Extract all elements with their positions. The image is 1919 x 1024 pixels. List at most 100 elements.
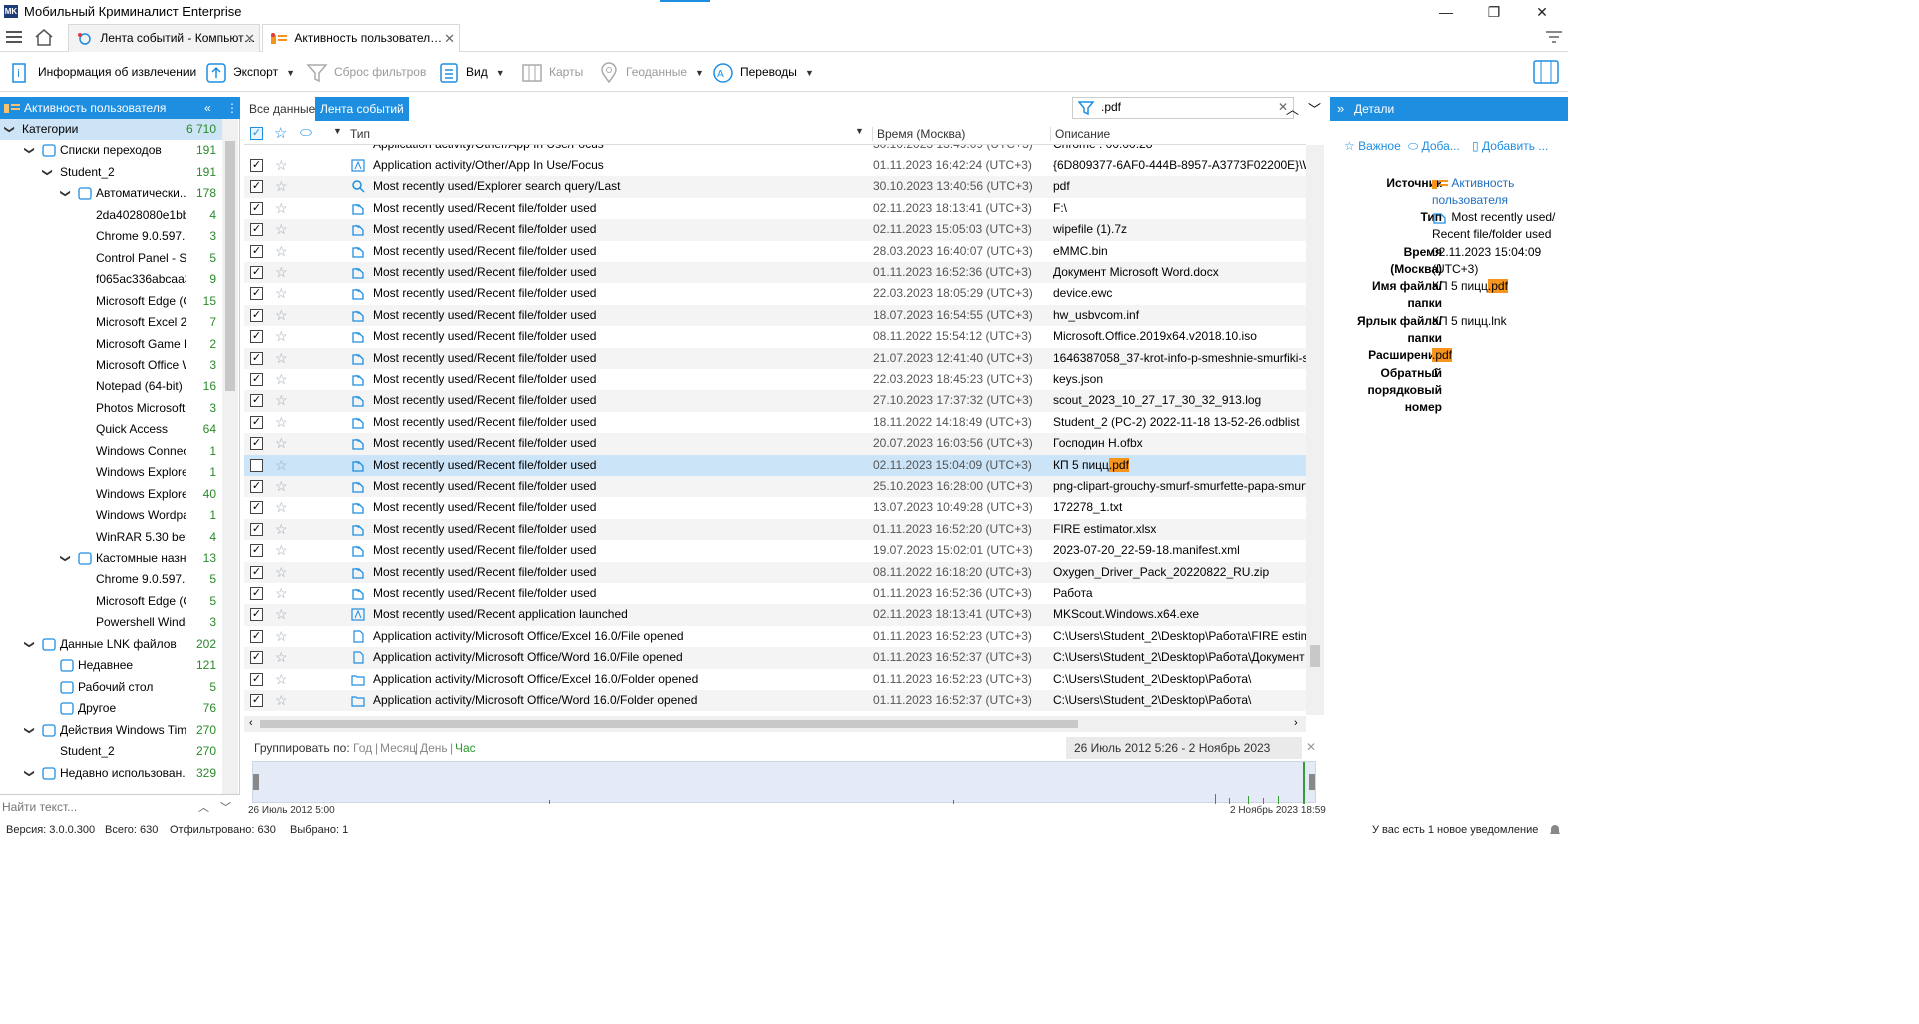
tree-item[interactable]: ❯ Недавно использован... 329: [0, 763, 222, 784]
tree-item[interactable]: ❯ Категории 6 710: [0, 119, 222, 140]
row-checkbox[interactable]: ✓: [250, 330, 263, 344]
star-icon[interactable]: ☆: [275, 219, 288, 240]
star-icon[interactable]: ☆: [275, 198, 288, 219]
geodata-button[interactable]: Геоданные ▼: [598, 58, 704, 86]
table-row[interactable]: ✓ ☆ Most recently used/Recent application …: [244, 604, 1306, 626]
tree-item[interactable]: ❯ Данные LNK файлов 202: [0, 634, 222, 655]
tree-item[interactable]: ❯ Автоматически... 178: [0, 183, 222, 204]
search-next-icon[interactable]: ﹀: [220, 799, 231, 815]
table-row[interactable]: ✓ ☆ Most recently used/Recent file/folder …: [244, 347, 1306, 369]
tree-item[interactable]: Рабочий стол 5: [0, 677, 222, 698]
scrollbar-thumb[interactable]: [260, 720, 1078, 728]
range-handle-left[interactable]: [253, 774, 259, 790]
table-row[interactable]: ✓ ☆ Application activity/Microsoft Office/…: [244, 647, 1306, 669]
tree-item[interactable]: Недавнее 121: [0, 655, 222, 676]
star-column-icon[interactable]: ☆: [274, 124, 287, 142]
search-input[interactable]: [2, 797, 190, 817]
tree-item[interactable]: Другое 76: [0, 698, 222, 719]
row-checkbox[interactable]: ✓: [250, 565, 263, 579]
row-checkbox[interactable]: ✓: [250, 266, 263, 279]
tree-item[interactable]: Chrome 9.0.597.84... 3: [0, 226, 222, 247]
table-row[interactable]: ✓ ☆ Most recently used/Recent file/folder …: [244, 326, 1306, 347]
table-row[interactable]: ✓ ☆ Most recently used/Recent file/folder …: [244, 540, 1306, 561]
tree-item[interactable]: Control Panel - Sett... 5: [0, 248, 222, 269]
star-icon[interactable]: ☆: [275, 155, 288, 176]
collapse-panel-icon[interactable]: «: [204, 97, 211, 119]
table-hscrollbar[interactable]: ‹ ›: [244, 716, 1306, 732]
star-icon[interactable]: ☆: [275, 647, 288, 668]
tree-item[interactable]: 2da4028080e1bb27 4: [0, 205, 222, 226]
export-button[interactable]: Экспорт ▼: [205, 58, 295, 86]
sort-icon[interactable]: ▼: [855, 126, 864, 136]
row-checkbox[interactable]: ✓: [250, 159, 263, 172]
add-note-button[interactable]: ▯ Добавить ...: [1472, 139, 1548, 153]
search-prev-icon[interactable]: ︿: [198, 799, 209, 815]
table-row[interactable]: ✓ ☆ Most recently used/Recent file/folder …: [244, 412, 1306, 433]
table-row[interactable]: ✓ ☆ Most recently used/Recent file/folder …: [244, 497, 1306, 518]
maps-button[interactable]: Карты: [521, 58, 583, 86]
chevron-down-icon[interactable]: ▼: [496, 59, 505, 87]
tree-item[interactable]: ❯ Списки переходов 191: [0, 140, 222, 161]
star-icon[interactable]: ☆: [275, 283, 288, 304]
tree-item[interactable]: Notepad (64-bit) 16: [0, 376, 222, 397]
tree-item[interactable]: Quick Access 64: [0, 419, 222, 440]
hamburger-icon[interactable]: [6, 30, 22, 44]
star-icon[interactable]: ☆: [275, 669, 288, 690]
tree-item[interactable]: Powershell Window... 3: [0, 612, 222, 633]
table-row[interactable]: ✓ ☆ Most recently used/Explorer search que…: [244, 176, 1306, 198]
chevron-down-icon[interactable]: ▼: [695, 59, 704, 87]
row-checkbox[interactable]: ✓: [250, 694, 263, 707]
tab-event-feed[interactable]: Лента событий: [315, 97, 409, 121]
source-value[interactable]: Активность пользователя: [1432, 175, 1562, 209]
table-row[interactable]: ✓ ☆ Most recently used/Recent file/folder …: [244, 476, 1306, 498]
expand-arrow-icon[interactable]: ❯: [0, 125, 20, 133]
table-row[interactable]: ✓ ☆ Most recently used/Recent file/folder …: [244, 433, 1306, 455]
table-row[interactable]: ✓ ☆ Most recently used/Recent file/folder …: [244, 262, 1306, 284]
chevron-down-icon[interactable]: ▼: [286, 59, 295, 87]
table-row[interactable]: ✓ ☆ Most recently used/Recent file/folder …: [244, 561, 1306, 583]
star-icon[interactable]: ☆: [275, 326, 288, 347]
tab-user-activity[interactable]: Активность пользовател… ✕: [262, 24, 460, 52]
row-checkbox[interactable]: ✓: [250, 480, 263, 493]
table-row[interactable]: ✓ ☆ Application activity/Microsoft Office/…: [244, 690, 1306, 712]
star-icon[interactable]: ☆: [275, 476, 288, 497]
table-row[interactable]: ✓ ☆ Most recently used/Recent file/folder …: [244, 583, 1306, 604]
row-checkbox[interactable]: ✓: [250, 180, 263, 194]
expand-arrow-icon[interactable]: ❯: [19, 726, 40, 734]
table-row[interactable]: ✓ ☆ Most recently used/Recent file/folder …: [244, 241, 1306, 262]
more-options-icon[interactable]: ⋮: [226, 97, 238, 119]
row-checkbox[interactable]: ✓: [250, 544, 263, 558]
extraction-info-button[interactable]: i Информация об извлечении: [10, 58, 196, 86]
row-checkbox[interactable]: ✓: [250, 672, 263, 686]
table-row-partial[interactable]: Application activity/Other/App In Use/Fo…: [244, 145, 1306, 155]
minimize-button[interactable]: —: [1423, 0, 1469, 24]
star-icon[interactable]: ☆: [275, 433, 288, 454]
notification-text[interactable]: У вас есть 1 новое уведомление: [1372, 822, 1538, 838]
tag-column-icon[interactable]: ⬭: [300, 124, 312, 141]
maximize-button[interactable]: ❐: [1471, 0, 1517, 24]
tree-item[interactable]: ❯ Действия Windows Tim... 270: [0, 720, 222, 741]
row-checkbox[interactable]: ✓: [250, 308, 263, 322]
star-icon[interactable]: ☆: [275, 626, 288, 647]
row-checkbox[interactable]: ✓: [250, 522, 263, 536]
translate-button[interactable]: A Переводы ▼: [712, 58, 814, 86]
chevron-down-icon[interactable]: ▼: [805, 59, 814, 87]
group-year[interactable]: Год: [353, 741, 372, 755]
table-row[interactable]: ✓ ☆ Most recently used/Recent file/folder …: [244, 283, 1306, 304]
expand-arrow-icon[interactable]: ❯: [55, 554, 76, 562]
home-icon[interactable]: [34, 28, 54, 46]
table-row[interactable]: ✓ ☆ Application activity/Other/App In Use/…: [244, 155, 1306, 176]
table-row[interactable]: ✓ ☆ Most recently used/Recent file/folder …: [244, 518, 1306, 541]
select-all-checkbox[interactable]: ✓: [250, 127, 263, 140]
expand-panel-icon[interactable]: »: [1337, 97, 1344, 121]
expand-arrow-icon[interactable]: ❯: [19, 147, 40, 155]
tree-item[interactable]: f065ac336abcaa3e 9: [0, 269, 222, 290]
star-icon[interactable]: ☆: [275, 390, 288, 411]
expand-arrow-icon[interactable]: ❯: [19, 769, 40, 777]
tree-scrollbar[interactable]: [222, 119, 238, 794]
filter-value[interactable]: .pdf: [1101, 100, 1121, 114]
star-icon[interactable]: ☆: [275, 519, 288, 540]
close-button[interactable]: ✕: [1519, 0, 1565, 24]
expand-arrow-icon[interactable]: ❯: [19, 640, 40, 648]
tree-item[interactable]: Chrome 9.0.597.84... 5: [0, 569, 222, 590]
